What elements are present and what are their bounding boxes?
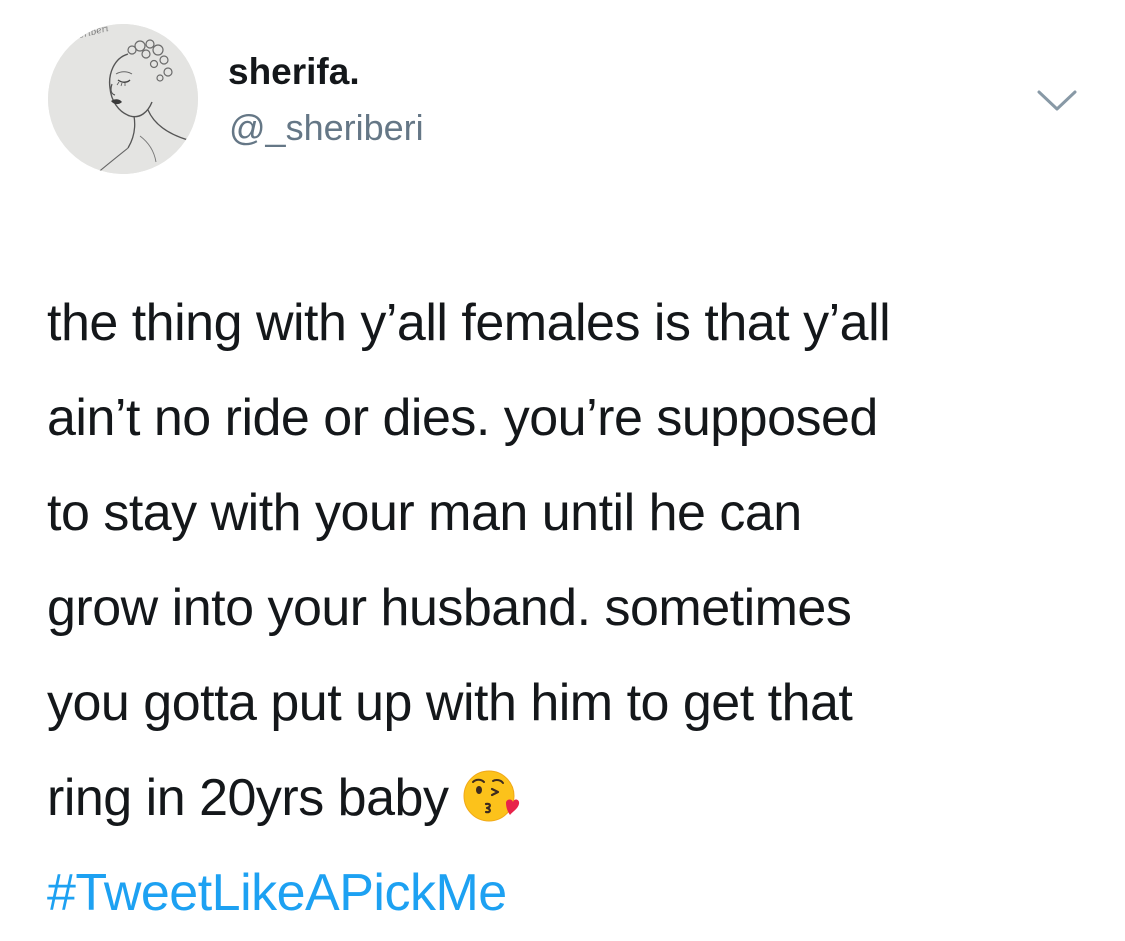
tweet-text-line: ain’t no ride or dies. you’re supposed — [47, 389, 878, 447]
kissing-face-emoji-icon — [462, 761, 520, 822]
avatar[interactable]: @_sheriberi — [48, 24, 198, 174]
tweet-text-line: grow into your husband. sometimes — [47, 579, 852, 637]
display-name[interactable]: sherifa. — [228, 50, 360, 94]
tweet-text-line-with-emoji: ring in 20yrs baby — [47, 751, 1087, 846]
tweet-card: @_sheriberi sherifa. @_sheriberi the thi… — [0, 0, 1125, 922]
user-handle[interactable]: @_sheriberi — [229, 106, 424, 150]
avatar-sketch-image: @_sheriberi — [48, 24, 198, 174]
tweet-text-line: ring in 20yrs baby — [47, 769, 449, 827]
tweet-text-line: the thing with y’all females is that y’a… — [47, 294, 891, 352]
tweet-text: the thing with y’all females is that y’a… — [47, 276, 1087, 941]
chevron-down-icon[interactable] — [1036, 88, 1078, 114]
hashtag-link[interactable]: #TweetLikeAPickMe — [47, 846, 1087, 941]
tweet-text-line: to stay with your man until he can — [47, 484, 802, 542]
tweet-text-line: you gotta put up with him to get that — [47, 674, 853, 732]
